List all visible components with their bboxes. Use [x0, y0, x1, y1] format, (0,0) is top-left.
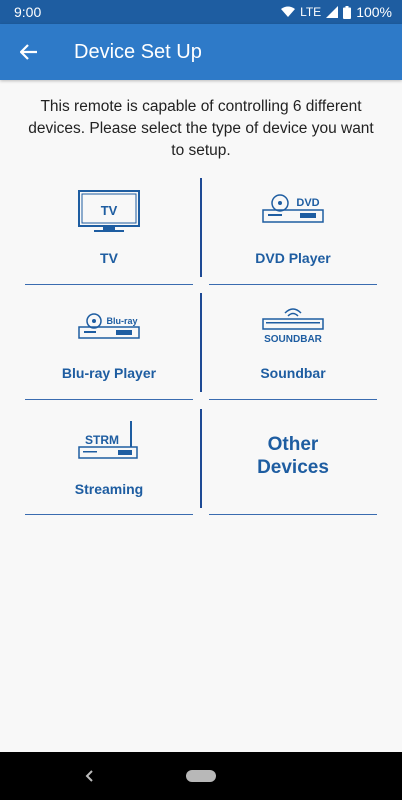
grid-divider [25, 399, 193, 400]
device-label: DVD Player [255, 250, 331, 266]
device-soundbar[interactable]: SOUNDBAR Soundbar [209, 293, 377, 399]
battery-icon [343, 5, 352, 19]
streaming-icon-text: STRM [85, 433, 119, 447]
status-bar: 9:00 LTE 100% [0, 0, 402, 24]
arrow-back-icon [20, 44, 37, 60]
device-dvd-player[interactable]: DVD DVD Player [209, 178, 377, 284]
soundbar-icon: SOUNDBAR [262, 308, 324, 345]
network-type: LTE [300, 5, 322, 19]
device-label: Other Devices [257, 434, 329, 478]
grid-divider [200, 409, 202, 508]
nav-back-icon[interactable] [80, 766, 98, 786]
signal-icon [326, 6, 339, 18]
grid-divider [209, 284, 377, 285]
device-label: Streaming [74, 481, 144, 497]
device-label: Blu-ray Player [61, 365, 157, 381]
soundbar-icon-text: SOUNDBAR [264, 334, 323, 345]
grid-divider [200, 293, 202, 392]
battery-percent: 100% [356, 4, 392, 20]
page-title: Device Set Up [74, 40, 202, 63]
system-nav-bar [0, 752, 402, 800]
grid-divider [200, 178, 202, 277]
grid-divider [209, 399, 377, 400]
tv-icon-text: TV [101, 203, 118, 218]
bluray-icon-text: Blu-ray [106, 316, 137, 326]
dvd-icon-text: DVD [296, 197, 319, 209]
device-tv[interactable]: TV TV [25, 178, 193, 284]
streaming-icon: STRM [78, 421, 138, 459]
grid-divider [25, 284, 193, 285]
device-bluray-player[interactable]: Blu-ray Blu-ray Player [25, 293, 193, 399]
device-label: TV [100, 250, 118, 266]
dvd-player-icon: DVD [262, 194, 324, 223]
status-time: 9:00 [14, 4, 42, 20]
device-label: Soundbar [260, 365, 326, 381]
wifi-icon [281, 6, 296, 17]
bluray-player-icon: Blu-ray [78, 313, 140, 339]
back-button[interactable] [0, 24, 58, 80]
device-other[interactable]: Other Devices [209, 409, 377, 515]
app-bar: Device Set Up [0, 24, 402, 80]
device-streaming[interactable]: STRM Streaming [25, 409, 193, 515]
nav-home-pill[interactable] [186, 770, 216, 782]
tv-icon: TV [78, 190, 140, 232]
intro-text: This remote is capable of controlling 6 … [28, 98, 374, 159]
status-icons: LTE 100% [281, 4, 392, 20]
